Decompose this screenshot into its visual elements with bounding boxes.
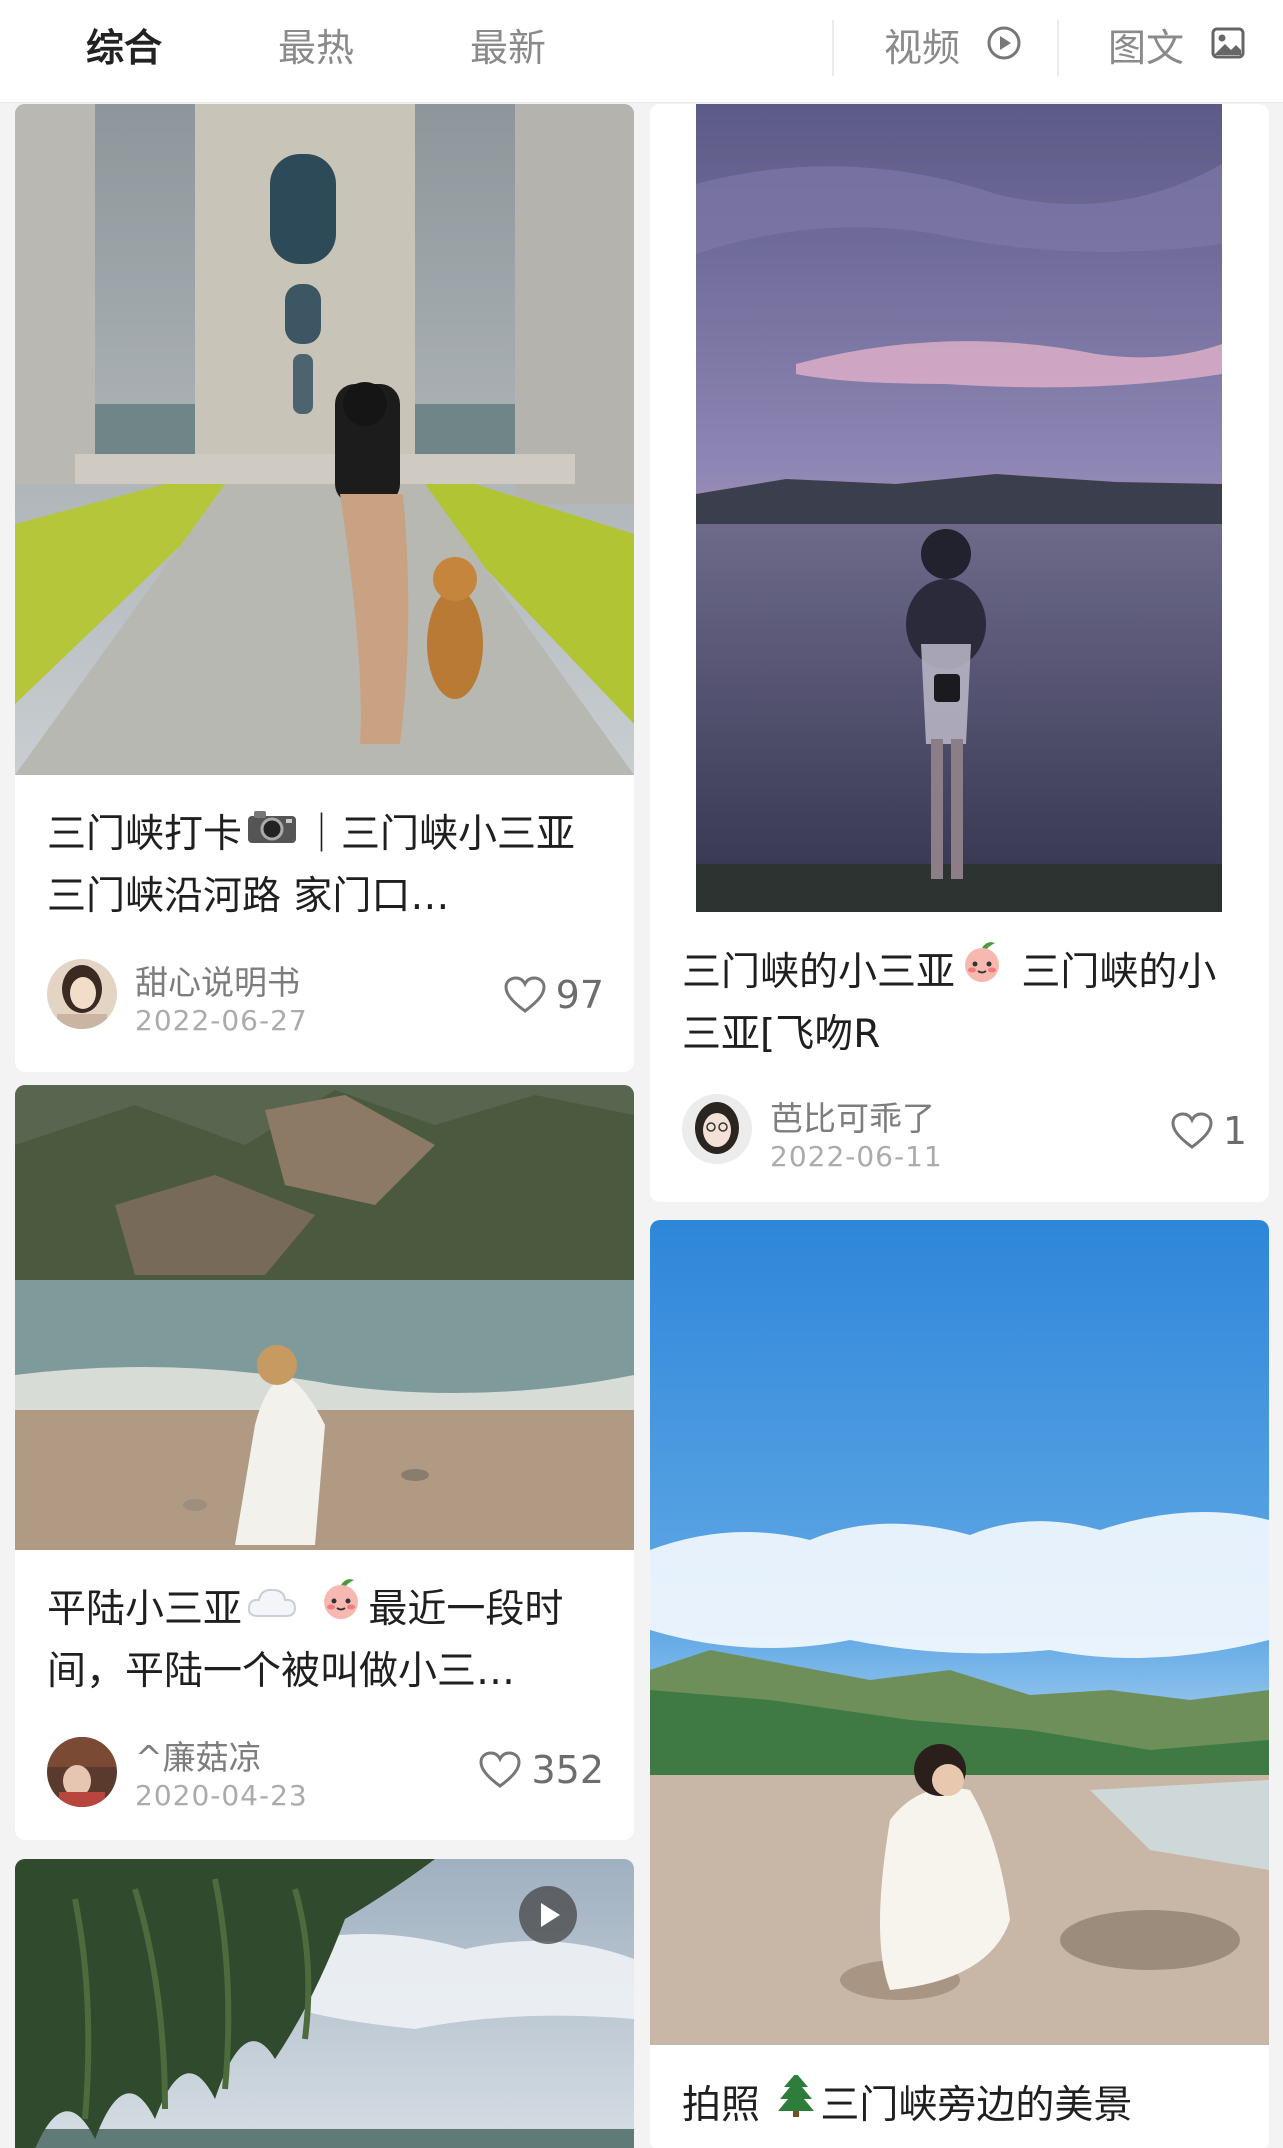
- author-name[interactable]: ^廉菇凉: [135, 1731, 262, 1779]
- post-title[interactable]: 拍照 三门峡旁边的美景: [682, 2075, 1241, 2137]
- like-button[interactable]: 352: [479, 1745, 604, 1795]
- post-title[interactable]: 三门峡的小三亚 三门峡的小三亚[飞吻R: [682, 942, 1241, 1066]
- like-count: 1: [1222, 1109, 1247, 1153]
- peach-face-icon: [318, 1579, 364, 1640]
- post-card[interactable]: 三门峡的小三亚 三门峡的小三亚[飞吻R 芭比可乖了 2022-06-11 1: [650, 104, 1269, 1202]
- author-name[interactable]: 芭比可乖了: [770, 1092, 935, 1140]
- tab-divider: [832, 20, 834, 76]
- avatar[interactable]: [47, 959, 117, 1029]
- tab-image-text[interactable]: 图文: [1108, 18, 1246, 78]
- post-card[interactable]: 三门峡打卡 ｜三门峡小三亚 三门峡沿河路 家门口… 甜心说明书 2022-06-2…: [15, 104, 634, 1072]
- post-date: 2022-06-27: [135, 1004, 308, 1037]
- feed-tab-bar: 综合 最热 最新 视频 图文: [0, 0, 1283, 103]
- post-card[interactable]: [15, 1859, 634, 2148]
- play-icon[interactable]: [518, 1885, 578, 1945]
- post-title-part: 三门峡打卡: [47, 812, 243, 857]
- post-title-part: 三门峡的小三亚: [682, 950, 956, 995]
- like-count: 97: [555, 973, 604, 1017]
- peach-face-icon: [959, 942, 1005, 1003]
- tab-hottest[interactable]: 最热: [278, 18, 354, 78]
- post-title[interactable]: 三门峡打卡 ｜三门峡小三亚 三门峡沿河路 家门口…: [47, 804, 606, 928]
- like-count: 352: [531, 1748, 604, 1792]
- heart-outline-icon: [479, 1750, 521, 1788]
- camera-icon: [246, 804, 298, 864]
- heart-outline-icon: [1171, 1111, 1213, 1149]
- post-cover-image[interactable]: [15, 104, 634, 775]
- tab-video[interactable]: 视频: [884, 18, 1022, 78]
- post-cover-image[interactable]: [696, 104, 1222, 912]
- post-cover-image[interactable]: [650, 1220, 1269, 2045]
- post-cover-image[interactable]: [15, 1085, 634, 1550]
- post-title-part: 拍照: [682, 2083, 761, 2128]
- tab-newest[interactable]: 最新: [470, 18, 546, 78]
- post-card[interactable]: 平陆小三亚 最近一段时间，平陆一个被叫做小三… ^廉菇凉 2020-04-23 …: [15, 1085, 634, 1840]
- play-circle-icon: [986, 18, 1022, 78]
- avatar[interactable]: [47, 1737, 117, 1807]
- post-date: 2020-04-23: [135, 1779, 308, 1812]
- tab-image-text-label: 图文: [1108, 26, 1185, 70]
- post-card[interactable]: 拍照 三门峡旁边的美景: [650, 1220, 1269, 2148]
- post-date: 2022-06-11: [770, 1140, 943, 1173]
- avatar[interactable]: [682, 1094, 752, 1164]
- like-button[interactable]: 97: [504, 970, 604, 1020]
- author-name[interactable]: 甜心说明书: [135, 956, 300, 1004]
- post-title-part: 三门峡旁边的美景: [820, 2083, 1133, 2128]
- tree-icon: [776, 2075, 816, 2136]
- tab-video-label: 视频: [884, 26, 961, 70]
- heart-outline-icon: [504, 975, 546, 1013]
- like-button[interactable]: 1: [1171, 1106, 1247, 1156]
- tab-comprehensive[interactable]: 综合: [86, 18, 162, 78]
- post-title-part: 平陆小三亚: [47, 1587, 243, 1632]
- tab-divider: [1057, 20, 1059, 76]
- cloud-icon: [246, 1579, 298, 1639]
- image-icon: [1210, 18, 1246, 78]
- post-title[interactable]: 平陆小三亚 最近一段时间，平陆一个被叫做小三…: [47, 1579, 606, 1703]
